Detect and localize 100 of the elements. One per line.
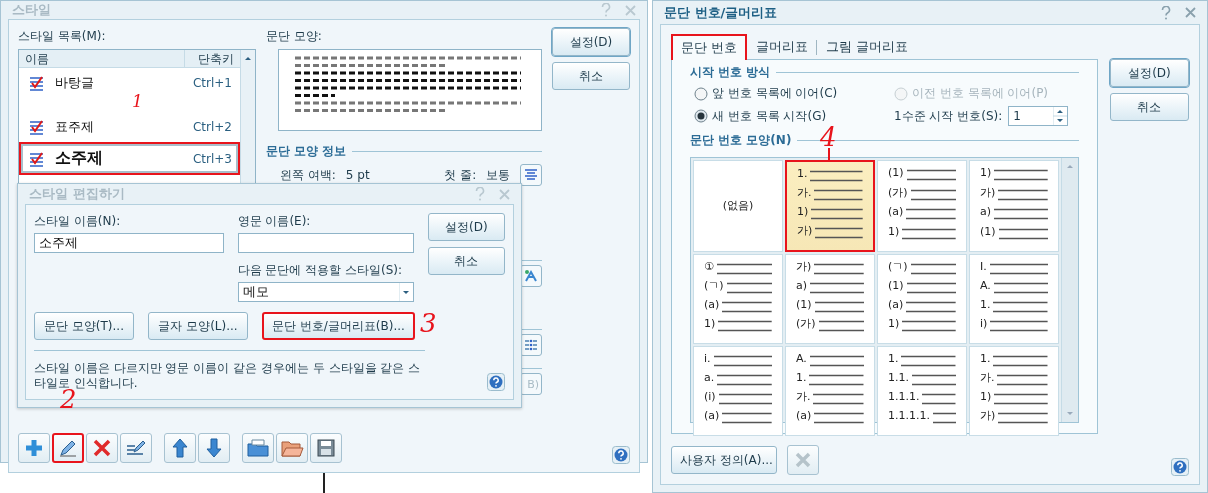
dialog-button[interactable]: 글자 모양(L)... bbox=[148, 312, 248, 340]
window-title: 문단 번호/글머리표 bbox=[664, 3, 779, 22]
column-header[interactable]: 이름 bbox=[19, 50, 184, 67]
dialog-button[interactable]: 취소 bbox=[1109, 93, 1189, 121]
number-label: (a) bbox=[887, 299, 904, 311]
help-icon[interactable] bbox=[1161, 5, 1171, 20]
style-name: 소주제 bbox=[55, 148, 103, 169]
number-label: (ㄱ) bbox=[704, 280, 724, 292]
dialog-button[interactable]: 문단 번호/글머리표(B)... bbox=[262, 312, 415, 340]
text-lines-icon bbox=[922, 391, 956, 407]
style-row[interactable]: 소주제 Ctrl+3 bbox=[19, 142, 240, 175]
number-label: 1. bbox=[796, 372, 807, 384]
number-label: (1) bbox=[887, 167, 904, 179]
toolbar-button[interactable] bbox=[242, 433, 274, 463]
number-label: 1.1. bbox=[887, 372, 909, 384]
text-lines-icon bbox=[815, 225, 863, 241]
section-title: 시작 번호 방식 bbox=[690, 64, 771, 81]
dialog-button[interactable]: 취소 bbox=[427, 247, 505, 275]
toolbar-button[interactable] bbox=[276, 433, 308, 463]
dialog-button[interactable]: 설정(D) bbox=[1109, 59, 1189, 87]
radio-button[interactable] bbox=[694, 109, 708, 123]
tab[interactable]: 글머리표 bbox=[747, 34, 818, 60]
help-icon[interactable] bbox=[1171, 458, 1189, 476]
style-name: 표주제 bbox=[55, 118, 94, 136]
numbering-style-cell[interactable]: A. 1. 가. (a) bbox=[785, 346, 875, 436]
numbering-style-cell[interactable]: (ㄱ) (1) (a) 1) bbox=[876, 254, 967, 344]
dropdown[interactable]: 메모 bbox=[237, 282, 414, 302]
number-label: (1) bbox=[796, 299, 812, 311]
help-icon[interactable] bbox=[612, 446, 630, 464]
number-label: 가. bbox=[796, 391, 811, 403]
radio-button[interactable] bbox=[694, 86, 708, 101]
number-label: (ㄱ) bbox=[887, 261, 908, 273]
tab[interactable]: 문단 번호 bbox=[671, 34, 748, 60]
text-lines-icon bbox=[906, 299, 956, 315]
toolbar-button[interactable] bbox=[164, 433, 196, 463]
dialog-button[interactable]: 사용자 정의(A)... bbox=[671, 446, 777, 474]
number-label: (a) bbox=[796, 410, 812, 422]
style-name: 바탕글 bbox=[55, 74, 94, 92]
numbering-style-cell[interactable]: 1. 가. 1) 가) bbox=[785, 160, 875, 252]
text-lines-icon bbox=[814, 410, 864, 426]
window-title: 스타일 편집하기 bbox=[29, 185, 126, 203]
numbering-style-cell[interactable]: (1) (가) (a) 1) bbox=[876, 160, 967, 252]
number-label: 1. bbox=[979, 353, 991, 365]
numbering-style-cell[interactable]: ① (ㄱ) (a) 1) bbox=[693, 254, 783, 344]
text-lines-icon bbox=[813, 391, 864, 407]
text-lines-icon bbox=[716, 261, 772, 277]
info-value: 5 pt bbox=[345, 168, 371, 182]
numbering-style-cell[interactable]: (없음) bbox=[693, 160, 783, 252]
tab[interactable]: 그림 글머리표 bbox=[817, 34, 918, 60]
info-text: 스타일 이름은 다르지만 영문 이름이 같은 경우에는 두 스타일을 같은 스타일로 인식합니다. bbox=[34, 361, 422, 390]
toolbar-button[interactable] bbox=[18, 433, 50, 463]
toolbar-button[interactable] bbox=[198, 433, 230, 463]
style-row[interactable]: 표주제 Ctrl+2 bbox=[19, 112, 240, 142]
numbering-style-cell[interactable]: 1) 가) a) (1) bbox=[968, 160, 1059, 252]
text-lines-icon bbox=[990, 318, 1048, 334]
numbering-style-cell[interactable]: 가) a) (1) (가) bbox=[785, 254, 875, 344]
input-field[interactable]: 소주제 bbox=[34, 233, 224, 253]
text-lines-icon bbox=[818, 318, 864, 334]
dialog-button[interactable]: 취소 bbox=[551, 62, 630, 90]
number-label: i) bbox=[979, 318, 988, 330]
toolbar-button[interactable] bbox=[52, 433, 84, 463]
cell-text: (없음) bbox=[722, 200, 754, 212]
dialog-button[interactable]: 설정(D) bbox=[551, 28, 630, 56]
numbering-style-cell[interactable]: 1. 1.1. 1.1.1. 1.1.1.1. bbox=[876, 346, 967, 436]
delete-button[interactable] bbox=[787, 445, 819, 475]
dialog-button[interactable]: 설정(D) bbox=[427, 213, 505, 241]
numbering-style-cell[interactable]: I. A. 1. i) bbox=[968, 254, 1059, 344]
folder-icon bbox=[246, 438, 270, 458]
radio-label[interactable]: 새 번호 목록 시작(G) bbox=[712, 107, 827, 125]
text-lines-icon bbox=[814, 299, 864, 315]
text-lines-icon bbox=[811, 206, 863, 222]
column-header[interactable]: 단축키 bbox=[183, 50, 240, 67]
number-label: 가. bbox=[797, 187, 812, 199]
number-label: A. bbox=[979, 280, 991, 292]
numbering-style-cell[interactable]: i. a. (i) (a) bbox=[693, 346, 783, 436]
open-folder-icon bbox=[280, 438, 304, 458]
text-lines-icon bbox=[718, 318, 772, 334]
close-icon[interactable] bbox=[1185, 7, 1196, 18]
toolbar-button[interactable] bbox=[120, 433, 152, 463]
number-label: i. bbox=[704, 353, 711, 365]
annotation-number: 4 bbox=[820, 124, 837, 150]
toolbar-button[interactable] bbox=[310, 433, 342, 463]
radio-label[interactable]: 앞 번호 목록에 이어(C) bbox=[712, 85, 838, 102]
text-lines-icon bbox=[722, 410, 772, 426]
align-icon bbox=[524, 168, 539, 182]
toolbar-button[interactable] bbox=[86, 433, 118, 463]
info-label: 첫 줄: bbox=[444, 166, 477, 184]
text-lines-icon bbox=[809, 372, 864, 388]
numbering-style-cell[interactable]: 1. 가. 1) 가) bbox=[968, 346, 1059, 436]
dialog-button[interactable]: 문단 모양(T)... bbox=[34, 312, 134, 340]
style-icon bbox=[29, 150, 45, 167]
help-icon[interactable] bbox=[487, 373, 505, 391]
input-field[interactable] bbox=[237, 233, 414, 253]
number-label: 1) bbox=[979, 391, 992, 403]
text-lines-icon bbox=[809, 353, 864, 369]
align-button[interactable] bbox=[520, 164, 542, 186]
number-spinner[interactable]: 1 bbox=[1008, 106, 1069, 126]
annotation-number: 3 bbox=[420, 310, 437, 336]
number-label: 1. bbox=[979, 299, 991, 311]
number-label: a. bbox=[704, 372, 715, 384]
